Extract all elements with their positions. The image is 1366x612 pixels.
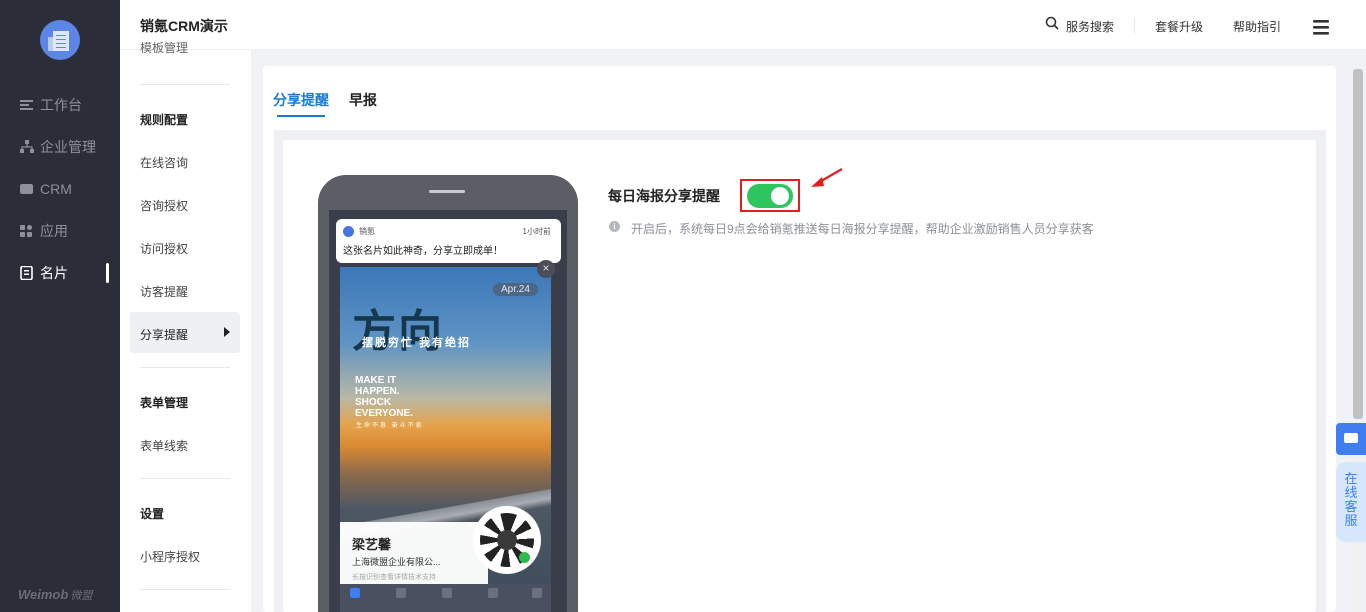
nav-item-enterprise[interactable]: 企业管理	[20, 137, 96, 157]
page-title: 销氪CRM演示	[140, 18, 228, 34]
divider	[1134, 17, 1135, 33]
search-icon[interactable]	[1045, 16, 1059, 33]
help-link[interactable]: 帮助指引	[1233, 18, 1281, 35]
nav-label: 工作台	[40, 97, 82, 113]
card-company: 上海微盟企业有限公...	[352, 557, 441, 567]
nav-item-workbench[interactable]: 工作台	[20, 95, 82, 115]
poster-small-text: 生命不息 奋斗不息	[356, 423, 424, 429]
divider	[140, 84, 230, 85]
info-icon: i	[609, 221, 620, 232]
section-heading: 规则配置	[140, 113, 189, 127]
setting-title: 每日海报分享提醒	[608, 188, 720, 204]
card-name: 梁艺馨	[352, 537, 392, 552]
subnav-item-visitor-reminder[interactable]: 访客提醒	[140, 283, 188, 300]
phone-tabbar	[340, 584, 551, 612]
miniprogram-qr-code	[473, 506, 541, 574]
service-search-link[interactable]: 服务搜索	[1066, 18, 1114, 35]
card-tip: 长按识别查看详情技术支持	[352, 574, 436, 581]
nav-label: 名片	[40, 265, 68, 281]
business-card-icon	[20, 265, 34, 281]
notification-message: 这张名片如此神奇，分享立即成单！	[343, 246, 503, 257]
subnav-item-visit-auth[interactable]: 访问授权	[140, 240, 188, 257]
top-header: 销氪CRM演示 服务搜索 套餐升级 帮助指引	[120, 0, 1366, 50]
subnav-item-online-consult[interactable]: 在线咨询	[140, 154, 188, 171]
app-notification-icon	[343, 226, 354, 237]
workbench-icon	[20, 98, 34, 112]
daily-poster-toggle[interactable]	[747, 184, 793, 208]
chat-bubble-icon[interactable]	[1336, 423, 1366, 455]
subnav-item-share-reminder[interactable]: 分享提醒	[140, 326, 188, 343]
caret-right-icon	[224, 327, 230, 337]
subnav-item-partial[interactable]: 模板管理	[140, 42, 188, 58]
apps-grid-icon	[20, 224, 34, 238]
brand-logo: Weimob 微盟	[18, 587, 93, 602]
section-heading: 表单管理	[140, 396, 189, 410]
org-chart-icon	[20, 140, 34, 154]
tab-share-reminder[interactable]: 分享提醒	[273, 90, 329, 110]
poster-tagline: 摆脱穷忙 我有绝招	[362, 337, 472, 349]
divider	[140, 589, 230, 590]
secondary-sidebar: 模板管理 规则配置 在线咨询 咨询授权 访问授权 访客提醒 分享提醒 表单管理 …	[120, 42, 251, 612]
left-navigation: 工作台 企业管理 CRM 应用 名片 Weimob 微盟	[0, 0, 120, 612]
poster-date: Apr.24	[493, 283, 538, 296]
upgrade-link[interactable]: 套餐升级	[1155, 18, 1203, 35]
nav-label: 企业管理	[40, 139, 96, 155]
business-card-preview: 梁艺馨 上海微盟企业有限公... 长按识别查看详情技术支持	[340, 522, 488, 584]
close-icon: ×	[537, 260, 555, 278]
online-service-button[interactable]: 在线客服	[1336, 462, 1366, 542]
red-arrow-annotation	[811, 168, 843, 187]
app-logo[interactable]	[40, 20, 80, 60]
hamburger-menu-icon[interactable]	[1313, 19, 1329, 38]
divider	[140, 367, 230, 368]
tab-morning-report[interactable]: 早报	[349, 90, 377, 110]
wechat-badge-icon	[519, 552, 530, 563]
divider	[140, 478, 230, 479]
section-heading: 设置	[140, 507, 165, 521]
setting-description: 开启后，系统每日9点会给销氪推送每日海报分享提醒，帮助企业激励销售人员分享获客	[631, 222, 1094, 236]
notification-app: 销氪	[359, 227, 375, 236]
nav-label: CRM	[40, 181, 72, 197]
poster-english: MAKE IT HAPPEN. SHOCK EVERYONE.	[355, 375, 413, 419]
phone-speaker	[429, 190, 465, 193]
push-notification: 销氪 1小时前 这张名片如此神奇，分享立即成单！	[336, 219, 561, 263]
nav-item-business-card[interactable]: 名片	[20, 263, 68, 283]
nav-label: 应用	[40, 223, 68, 239]
nav-item-crm[interactable]: CRM	[20, 179, 72, 199]
active-tab-underline	[277, 115, 325, 117]
notification-time: 1小时前	[522, 227, 551, 236]
subnav-item-miniprogram-auth[interactable]: 小程序授权	[140, 548, 200, 565]
crm-icon	[20, 182, 34, 196]
toggle-knob	[771, 187, 789, 205]
nav-item-apps[interactable]: 应用	[20, 221, 68, 241]
active-indicator	[106, 263, 109, 283]
subnav-item-consult-auth[interactable]: 咨询授权	[140, 197, 188, 214]
subnav-item-form-leads[interactable]: 表单线索	[140, 437, 188, 454]
